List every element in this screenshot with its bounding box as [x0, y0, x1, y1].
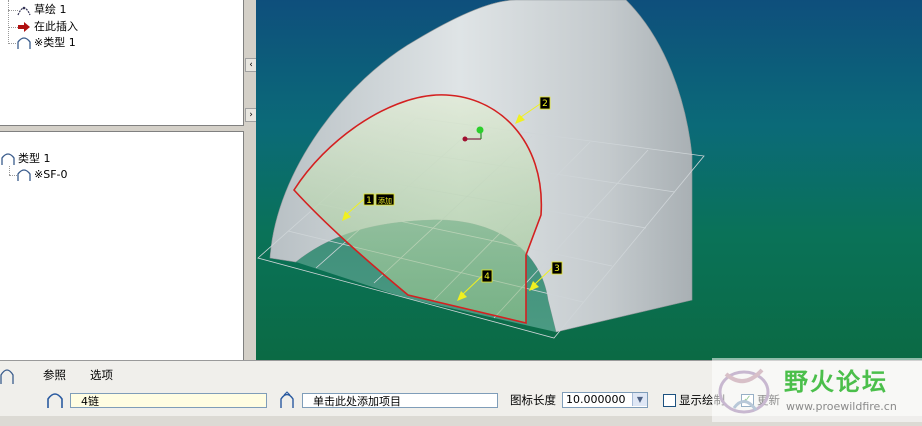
tree-item-sketch[interactable]: 草绘 1 [16, 2, 67, 18]
callout-label: 3 [554, 264, 560, 274]
watermark-url: www.proewildfire.cn [786, 400, 897, 413]
surface-feature-icon [17, 169, 31, 181]
tree-item-type-1[interactable]: ※类型 1 [16, 35, 76, 51]
boundary-blend-icon [0, 369, 14, 384]
tab-references[interactable]: 参照 [43, 367, 66, 383]
surface-type-icon [1, 153, 15, 165]
forum-watermark: 野火论坛 www.proewildfire.cn [712, 358, 922, 422]
icon-length-select[interactable]: 10.000000 ▼ [562, 392, 648, 408]
show-draw-checkbox[interactable] [663, 394, 676, 407]
insert-here-arrow-icon [18, 22, 30, 32]
graphics-viewport[interactable]: 1 添加 2 3 4 [256, 0, 922, 360]
icon-length-value: 10.000000 [566, 393, 626, 406]
tree-connector [8, 0, 9, 44]
model-tree-bottom-panel: 类型 1 ※SF-0 [0, 131, 244, 360]
tree-item-sf-0[interactable]: ※SF-0 [16, 167, 68, 183]
model-tree-top-panel: 草绘 1 在此插入 ※类型 1 [0, 0, 244, 126]
chevron-down-icon[interactable]: ▼ [632, 393, 647, 406]
model-canvas[interactable]: 1 添加 2 3 4 [256, 0, 922, 360]
callout-label: 1 [366, 196, 372, 206]
chain-collector-field[interactable]: 4链 [70, 393, 267, 408]
panel-splitter[interactable]: ‹ › [244, 0, 257, 360]
watermark-title: 野火论坛 [784, 368, 888, 396]
callout-tag: 添加 [378, 196, 392, 205]
tree-item-insert-here[interactable]: 在此插入 [16, 19, 78, 35]
add-item-field[interactable]: 单击此处添加项目 [302, 393, 498, 408]
surface-type-icon [17, 37, 31, 49]
tree-connector [8, 43, 16, 44]
first-direction-icon[interactable] [46, 391, 64, 409]
sketch-icon [17, 6, 31, 16]
second-direction-icon[interactable] [278, 391, 296, 409]
icon-length-label: 图标长度 [510, 393, 556, 407]
tree-connector [9, 166, 10, 175]
tree-item-type-1-root[interactable]: 类型 1 [0, 151, 51, 167]
callout-label: 4 [484, 272, 490, 282]
tab-options[interactable]: 选项 [90, 367, 113, 383]
flame-logo-icon [718, 368, 770, 414]
callout-label: 2 [542, 99, 548, 109]
